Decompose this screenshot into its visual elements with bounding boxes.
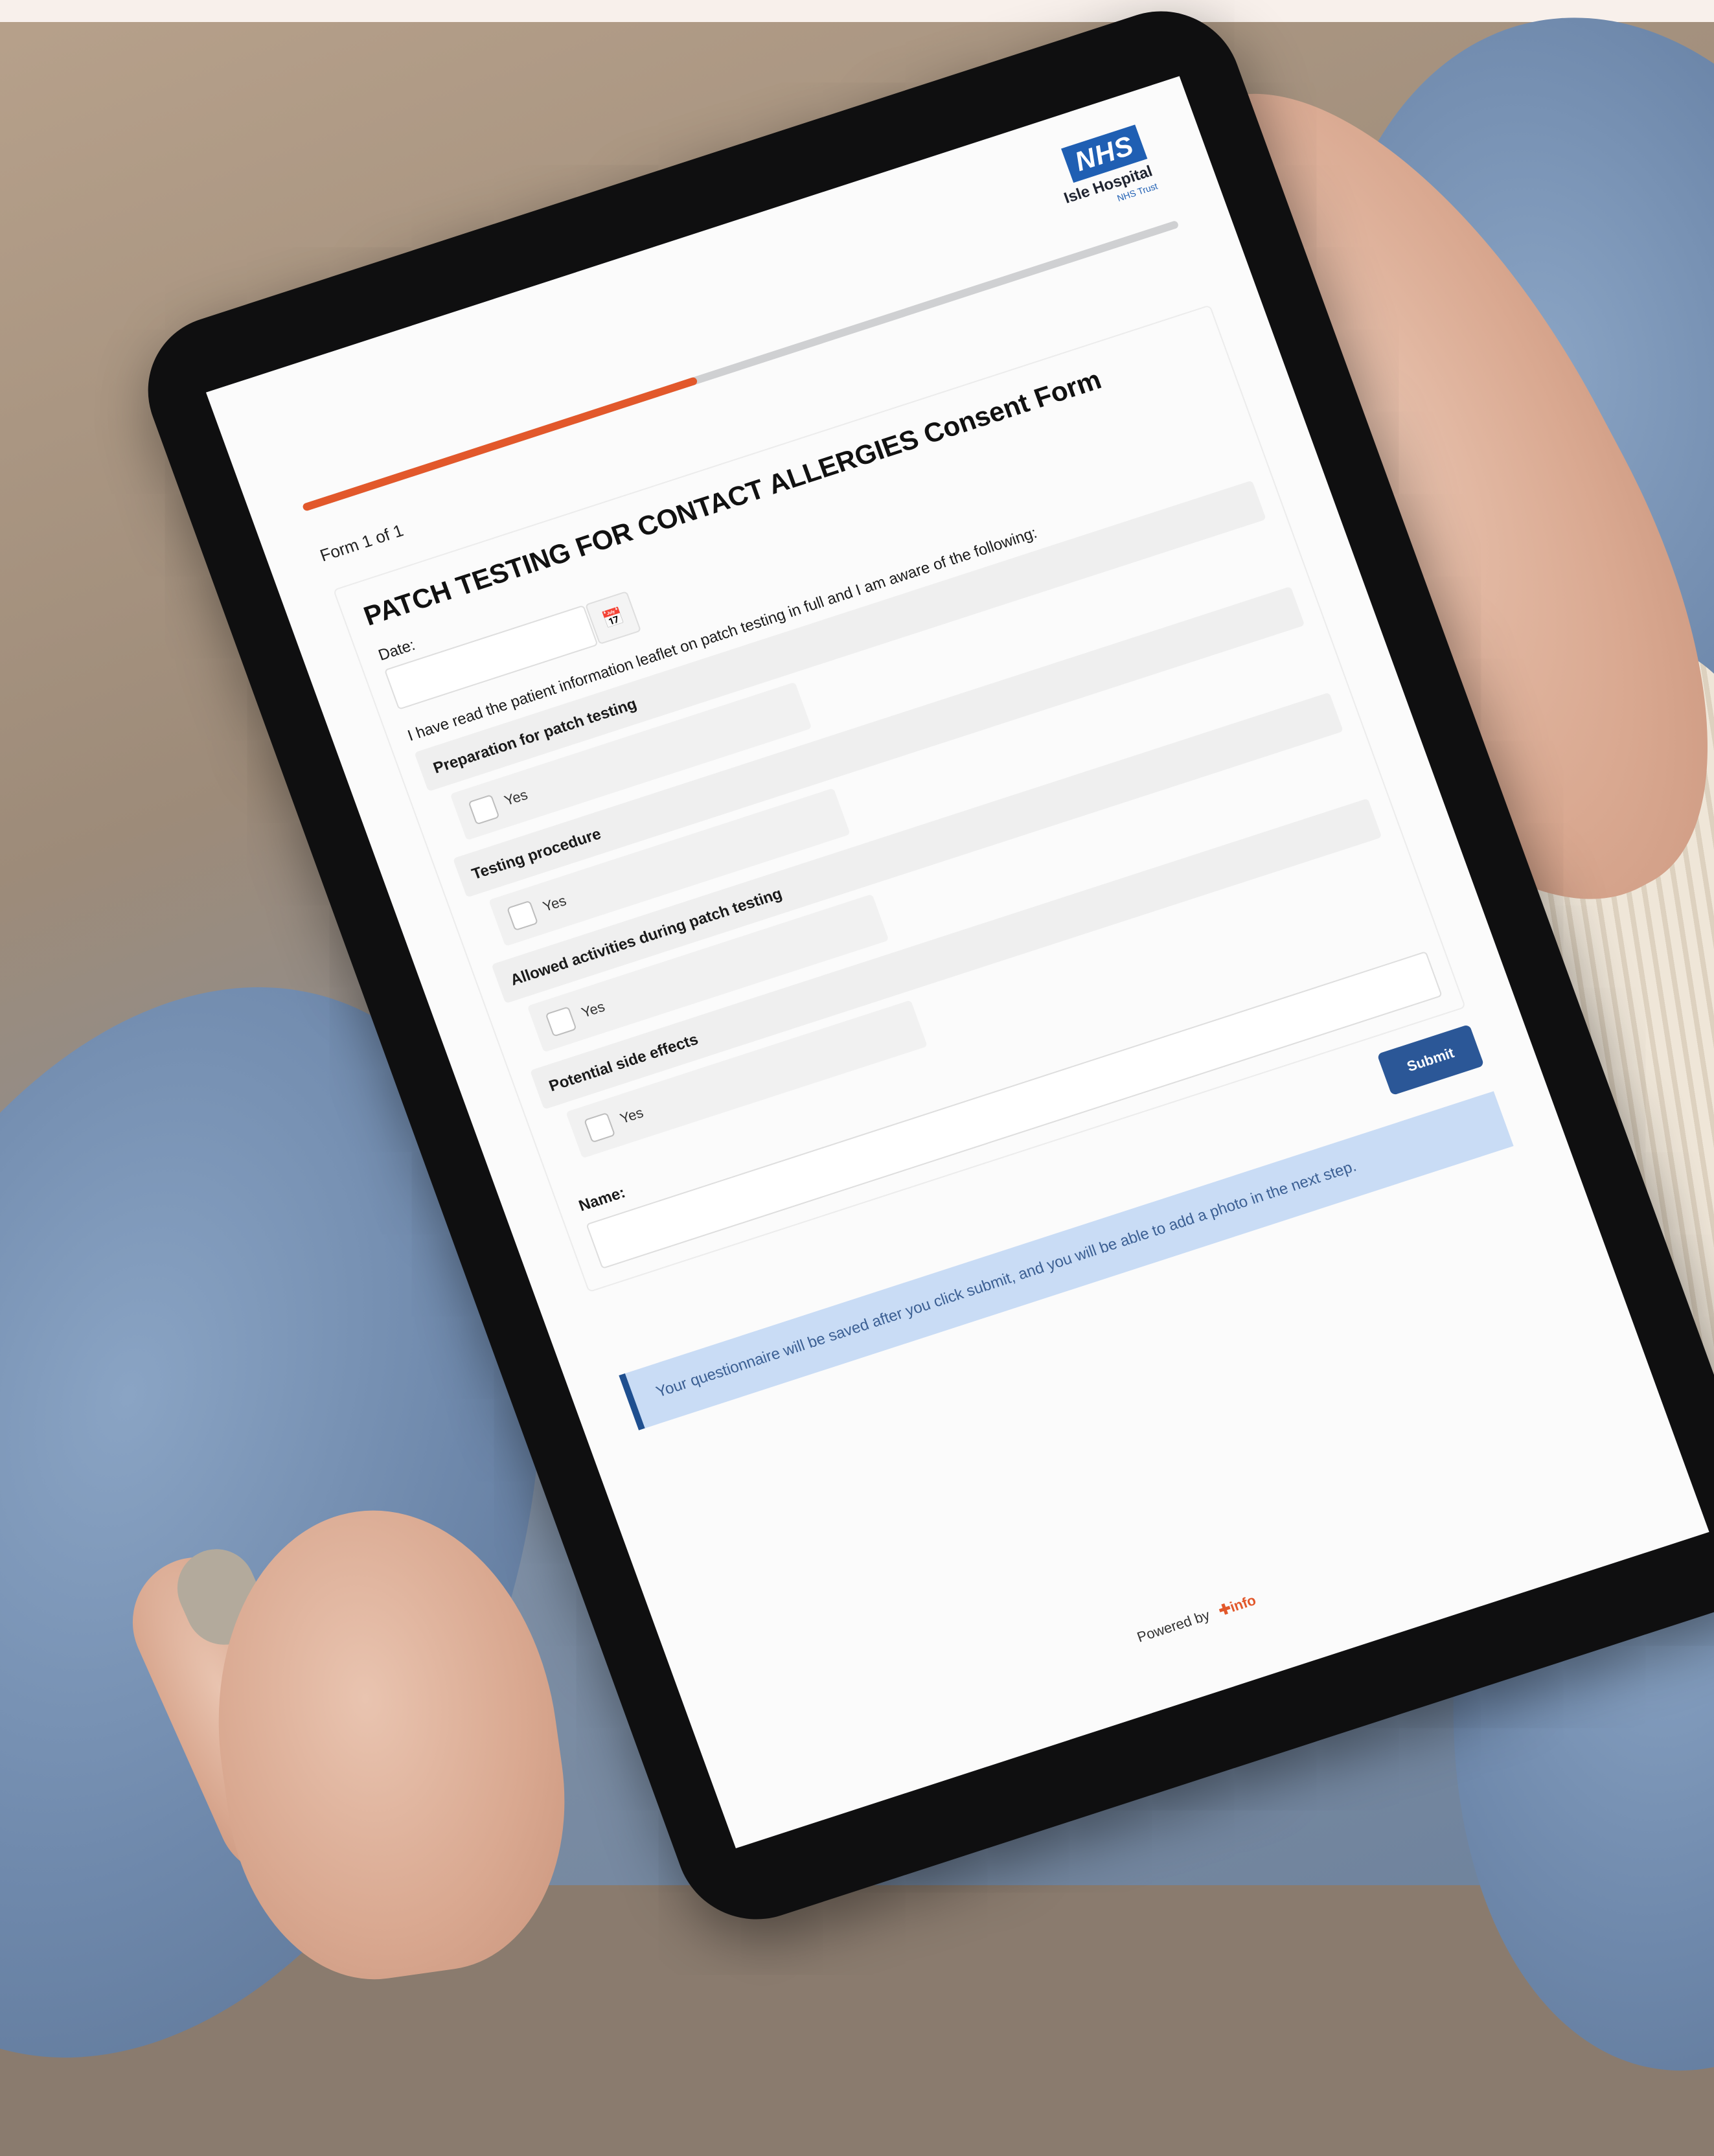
top-strip bbox=[0, 0, 1714, 22]
checkbox-preparation-yes[interactable] bbox=[468, 794, 500, 825]
option-text-activities: Yes bbox=[579, 998, 607, 1021]
option-text-preparation: Yes bbox=[502, 786, 530, 809]
hospital-logo: NHS Isle Hospital NHS Trust bbox=[1048, 124, 1159, 218]
consent-form-card: PATCH TESTING FOR CONTACT ALLERGIES Cons… bbox=[332, 304, 1467, 1293]
brand-logo: ✚info bbox=[1216, 1592, 1259, 1619]
checkbox-procedure-yes[interactable] bbox=[506, 900, 539, 932]
checkbox-activities-yes[interactable] bbox=[545, 1006, 577, 1037]
option-text-procedure: Yes bbox=[540, 892, 569, 915]
checkbox-side-effects-yes[interactable] bbox=[584, 1112, 616, 1143]
name-label: Name: bbox=[576, 1184, 628, 1215]
form-counter: Form 1 of 1 bbox=[317, 520, 406, 566]
option-text-side-effects: Yes bbox=[617, 1104, 646, 1127]
submit-button[interactable]: Submit bbox=[1377, 1024, 1485, 1096]
powered-by-text: Powered by bbox=[1134, 1607, 1212, 1646]
